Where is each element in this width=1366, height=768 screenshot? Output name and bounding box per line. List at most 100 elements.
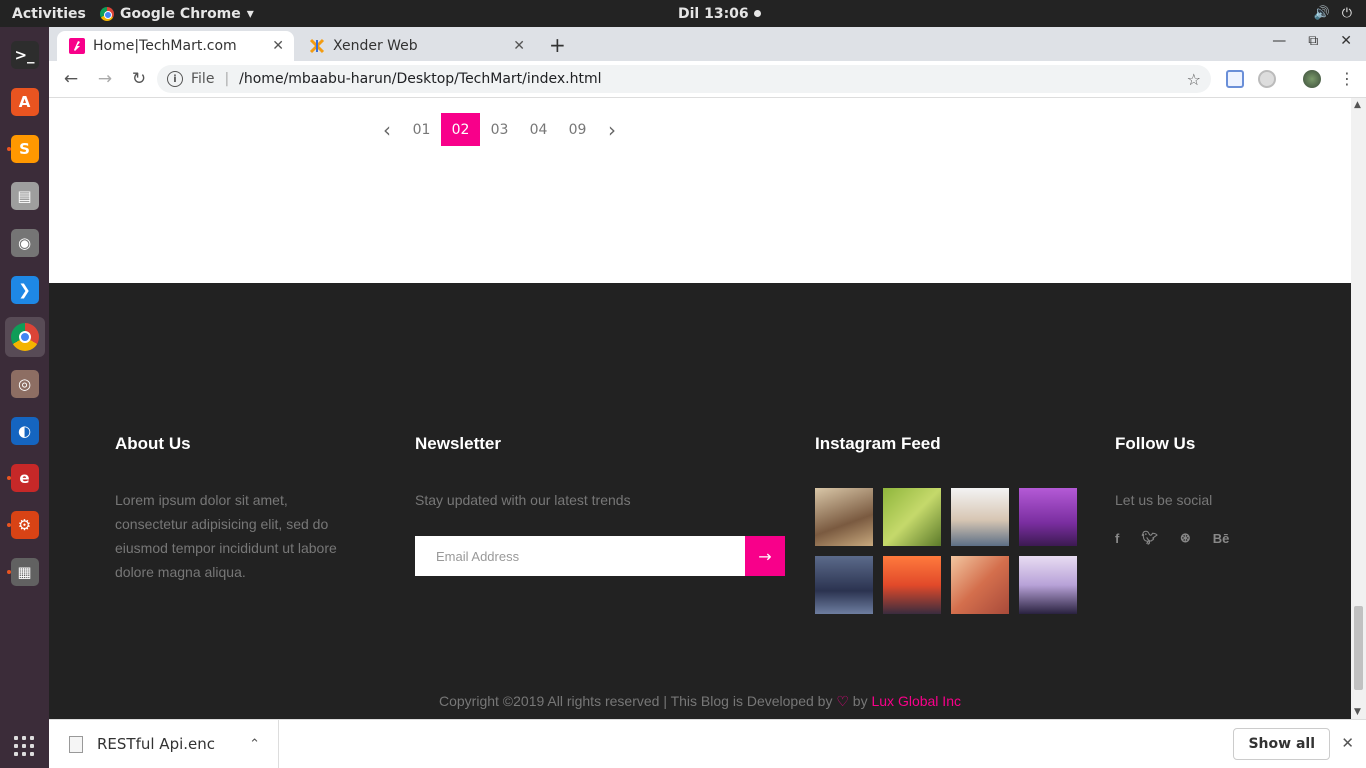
url-scheme: File bbox=[191, 71, 215, 87]
system-tray[interactable]: 🔊 ⏻ bbox=[1314, 6, 1352, 21]
child-walking-photo[interactable] bbox=[815, 488, 873, 546]
woman-hat-photo[interactable] bbox=[951, 556, 1009, 614]
newsletter-text: Stay updated with our latest trends bbox=[415, 492, 631, 508]
volume-icon[interactable]: 🔊 bbox=[1314, 6, 1330, 21]
activities-button[interactable]: Activities bbox=[0, 6, 94, 22]
page-viewport: ‹ 01 02 03 04 09 › About Us Lorem ipsum … bbox=[49, 98, 1366, 719]
system-top-bar: Activities Google Chrome ▾ Dil 13:06 🔊 ⏻ bbox=[0, 0, 1366, 27]
pagination: ‹ 01 02 03 04 09 › bbox=[372, 113, 627, 146]
twitter-icon[interactable]: 🐦︎ bbox=[1141, 530, 1158, 546]
url-text[interactable]: /home/mbaabu-harun/Desktop/TechMart/inde… bbox=[239, 71, 601, 87]
clock-label: Dil 13:06 bbox=[678, 5, 749, 22]
tab-xender[interactable]: Xender Web ✕ bbox=[297, 31, 535, 61]
dock-item-browser[interactable]: ◐ bbox=[5, 411, 45, 451]
dock-item-camera[interactable]: ◎ bbox=[5, 364, 45, 404]
dock-item-files[interactable]: ▤ bbox=[5, 176, 45, 216]
instagram-title: Instagram Feed bbox=[815, 434, 941, 453]
tab-title: Home|TechMart.com bbox=[93, 38, 237, 54]
taj-mahal-photo[interactable] bbox=[1019, 488, 1077, 546]
dock-item-terminal[interactable]: >_ bbox=[5, 35, 45, 75]
subscribe-button[interactable]: → bbox=[745, 536, 785, 576]
show-all-button[interactable]: Show all bbox=[1233, 728, 1330, 760]
maximize-button[interactable]: ⧉ bbox=[1308, 33, 1318, 49]
sublime-text-icon: S bbox=[10, 135, 39, 163]
dock-item-settings[interactable]: ⚙ bbox=[5, 505, 45, 545]
prev-page-button[interactable]: ‹ bbox=[372, 113, 402, 146]
scroll-down-icon[interactable]: ▼ bbox=[1354, 707, 1361, 717]
minimize-button[interactable]: — bbox=[1272, 33, 1286, 49]
site-footer: About Us Lorem ipsum dolor sit amet, con… bbox=[49, 283, 1351, 719]
download-item[interactable]: RESTful Api.enc ⌃ bbox=[49, 720, 279, 768]
dock-item-sublime-text[interactable]: S bbox=[5, 129, 45, 169]
facebook-icon[interactable]: f bbox=[1115, 531, 1119, 546]
terminal-icon: >_ bbox=[10, 41, 39, 69]
tab-techmart[interactable]: Home|TechMart.com ✕ bbox=[57, 31, 294, 61]
brand-link[interactable]: Lux Global Inc bbox=[871, 693, 961, 709]
close-icon[interactable]: ✕ bbox=[513, 38, 525, 54]
dock-item-document-viewer[interactable]: e bbox=[5, 458, 45, 498]
new-tab-button[interactable]: + bbox=[549, 33, 566, 57]
dock-item-chrome[interactable] bbox=[4, 317, 45, 357]
page-link[interactable]: 03 bbox=[480, 113, 519, 146]
caret-down-icon: ▾ bbox=[246, 5, 254, 22]
newsletter-form: → bbox=[415, 536, 785, 576]
app-menu[interactable]: Google Chrome ▾ bbox=[100, 6, 254, 22]
next-page-button[interactable]: › bbox=[597, 113, 627, 146]
page-link[interactable]: 02 bbox=[441, 113, 480, 146]
power-icon[interactable]: ⏻ bbox=[1342, 6, 1352, 21]
copyright: Copyright ©2019 All rights reserved | Th… bbox=[49, 693, 1351, 710]
show-applications-icon[interactable] bbox=[14, 736, 34, 756]
rice-terrace-photo[interactable] bbox=[883, 488, 941, 546]
content-area: ‹ 01 02 03 04 09 › bbox=[49, 98, 1351, 283]
girl-backpack-photo[interactable] bbox=[951, 488, 1009, 546]
close-icon[interactable]: ✕ bbox=[272, 38, 284, 54]
page-link[interactable]: 04 bbox=[519, 113, 558, 146]
about-text: Lorem ipsum dolor sit amet, consectetur … bbox=[115, 492, 337, 580]
close-window-button[interactable]: ✕ bbox=[1340, 33, 1352, 49]
tab-strip: Home|TechMart.com ✕ Xender Web ✕ + — ⧉ ✕ bbox=[49, 27, 1366, 61]
dribbble-icon[interactable]: ⊛ bbox=[1180, 530, 1191, 546]
close-shelf-button[interactable]: ✕ bbox=[1341, 734, 1354, 752]
sunset-beach-photo[interactable] bbox=[883, 556, 941, 614]
chrome-icon bbox=[10, 323, 39, 351]
url-separator: | bbox=[224, 71, 230, 87]
browser-icon: ◐ bbox=[10, 417, 39, 445]
about-section: About Us Lorem ipsum dolor sit amet, con… bbox=[115, 434, 355, 584]
child-hood-photo[interactable] bbox=[1019, 556, 1077, 614]
bookmark-star-icon[interactable]: ☆ bbox=[1187, 70, 1201, 89]
instagram-grid bbox=[815, 488, 1077, 614]
dock-item-screenshot[interactable]: ◉ bbox=[5, 223, 45, 263]
reload-button[interactable]: ↻ bbox=[123, 69, 155, 89]
extension-icon[interactable] bbox=[1258, 70, 1276, 88]
download-shelf: RESTful Api.enc ⌃ Show all ✕ bbox=[49, 719, 1366, 768]
clock[interactable]: Dil 13:06 bbox=[678, 6, 761, 22]
newsletter-section: Newsletter Stay updated with our latest … bbox=[415, 434, 785, 576]
back-button[interactable]: ← bbox=[55, 69, 87, 89]
site-info-icon[interactable]: i bbox=[167, 71, 183, 87]
menu-dots-icon[interactable]: ⋮ bbox=[1339, 69, 1355, 88]
address-bar[interactable]: i File | /home/mbaabu-harun/Desktop/Tech… bbox=[157, 65, 1211, 93]
social-links: f 🐦︎ ⊛ Bē bbox=[1115, 530, 1229, 546]
browser-toolbar: ← → ↻ i File | /home/mbaabu-harun/Deskto… bbox=[49, 61, 1366, 98]
extension-icon[interactable] bbox=[1226, 70, 1244, 88]
page-scrollbar[interactable]: ▲ ▼ bbox=[1351, 98, 1366, 719]
forward-button[interactable]: → bbox=[89, 69, 121, 89]
window-controls: — ⧉ ✕ bbox=[1272, 33, 1352, 49]
files-icon: ▤ bbox=[10, 182, 39, 210]
page-link[interactable]: 01 bbox=[402, 113, 441, 146]
follow-title: Follow Us bbox=[1115, 434, 1196, 453]
follow-section: Follow Us Let us be social f 🐦︎ ⊛ Bē bbox=[1115, 434, 1229, 546]
profile-avatar[interactable] bbox=[1303, 70, 1321, 88]
chevron-up-icon[interactable]: ⌃ bbox=[249, 737, 260, 752]
scroll-up-icon[interactable]: ▲ bbox=[1354, 100, 1361, 110]
traveler-suitcase-photo[interactable] bbox=[815, 556, 873, 614]
techmart-favicon-icon bbox=[69, 38, 85, 54]
email-field[interactable] bbox=[415, 536, 745, 576]
dock-item-printer[interactable]: ▦ bbox=[5, 552, 45, 592]
dock-item-vscode[interactable]: ❯ bbox=[5, 270, 45, 310]
dock-item-software-center[interactable]: A bbox=[5, 82, 45, 122]
settings-icon: ⚙ bbox=[10, 511, 39, 539]
scrollbar-thumb[interactable] bbox=[1354, 606, 1363, 690]
behance-icon[interactable]: Bē bbox=[1213, 531, 1230, 546]
page-link[interactable]: 09 bbox=[558, 113, 597, 146]
